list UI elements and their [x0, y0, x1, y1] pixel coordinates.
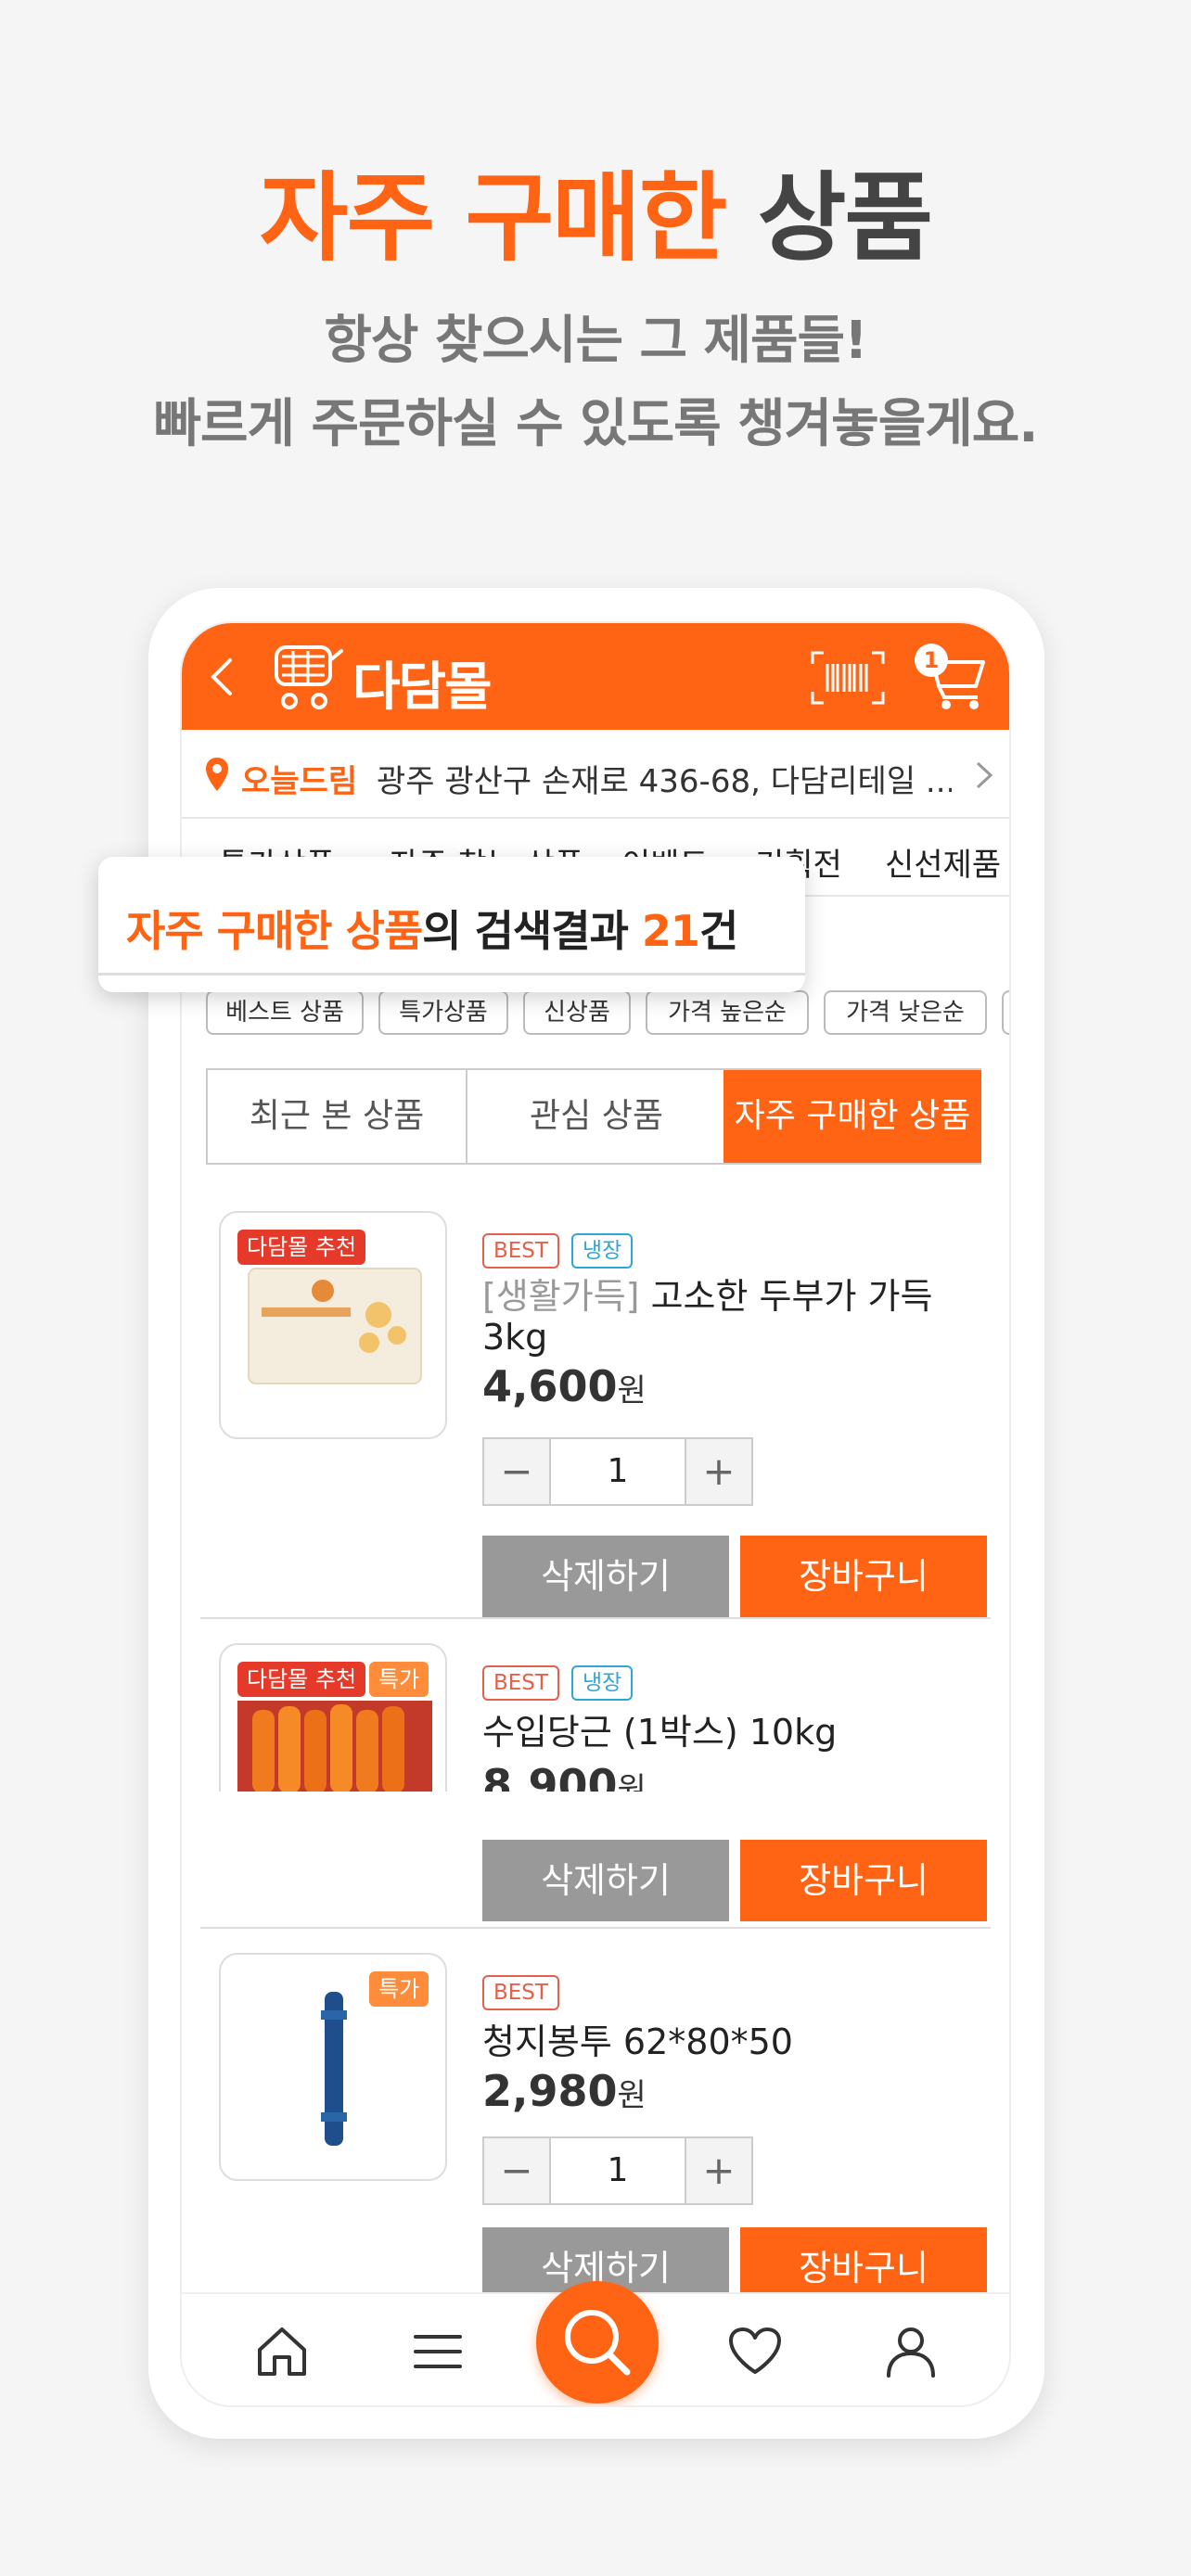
quantity-value[interactable]: 1	[551, 1439, 685, 1504]
user-icon[interactable]	[881, 2322, 941, 2381]
location-pin-icon	[206, 758, 228, 791]
hero-title-rest: 상품	[757, 161, 933, 274]
hero-title: 자주 구매한 상품	[0, 139, 1191, 279]
special-tag: 특가	[369, 1662, 429, 1697]
back-icon[interactable]	[202, 655, 243, 699]
product-title: 청지봉투 62*80*50	[482, 2021, 793, 2062]
best-badge: BEST	[482, 1665, 559, 1701]
cart-count-badge: 1	[915, 644, 948, 677]
decrease-button[interactable]: −	[484, 2138, 551, 2203]
product-thumbnail[interactable]: 다담몰 추천	[219, 1211, 447, 1439]
result-count: 21	[641, 906, 700, 956]
price-value: 2,980	[482, 2066, 618, 2116]
product-item: 다담몰 추천 BEST 냉장 [생활가득] 고소한 두부가 가득 3kg 4,6…	[182, 1211, 1009, 1617]
best-badge: BEST	[482, 1233, 559, 1269]
chip-price-high[interactable]: 가격 높은순	[646, 990, 809, 1035]
chip-more[interactable]: 가	[1002, 990, 1009, 1035]
hero-subtitle-line2: 빠르게 주문하실 수 있도록 챙겨놓을게요.	[153, 394, 1038, 454]
search-result-toast: 자주 구매한 상품의 검색결과 21건	[98, 857, 805, 992]
increase-button[interactable]: +	[685, 1439, 751, 1504]
quantity-stepper: − 1 +	[482, 1437, 753, 1506]
product-price: 4,600원	[482, 1361, 647, 1411]
tab-fresh[interactable]: 신선제품	[885, 839, 1001, 885]
home-icon[interactable]	[252, 2322, 312, 2381]
delivery-address-bar[interactable]: 오늘드림 광주 광산구 손재로 436-68, 다담리테일 ...	[182, 730, 1009, 819]
product-name[interactable]: [생활가득] 고소한 두부가 가득 3kg	[482, 1276, 965, 1358]
delivery-store-name: 오늘드림	[241, 763, 358, 800]
product-thumbnail[interactable]: 다담몰 추천 특가	[219, 1643, 447, 1792]
add-to-cart-button[interactable]: 장바구니	[740, 1840, 987, 1921]
currency-unit: 원	[617, 1372, 647, 1409]
menu-icon[interactable]	[408, 2322, 467, 2381]
barcode-scan-icon[interactable]	[809, 649, 887, 707]
product-name[interactable]: 수입당근 (1박스) 10kg	[482, 1712, 965, 1753]
price-value: 4,600	[482, 1361, 618, 1411]
search-result-text: 자주 구매한 상품의 검색결과 21건	[126, 898, 738, 959]
add-to-cart-button[interactable]: 장바구니	[740, 1536, 987, 1617]
segment-favorite[interactable]: 관심 상품	[467, 1070, 725, 1163]
product-segment-control: 최근 본 상품 관심 상품 자주 구매한 상품	[206, 1068, 981, 1165]
heart-icon[interactable]	[725, 2322, 785, 2381]
hero-title-accent: 자주 구매한	[259, 161, 728, 274]
product-title: 수입당근 (1박스) 10kg	[482, 1712, 838, 1753]
delete-button[interactable]: 삭제하기	[482, 1536, 729, 1617]
product-price: 2,980원	[482, 2066, 647, 2116]
app-logo-text[interactable]: 다담몰	[352, 645, 493, 721]
price-value: 8,900	[482, 1760, 618, 1792]
quantity-value[interactable]: 1	[551, 2138, 685, 2203]
item-divider	[200, 1617, 991, 1619]
toast-underline	[98, 973, 805, 976]
refrigerated-badge: 냉장	[571, 1233, 634, 1269]
recommend-tag: 다담몰 추천	[237, 1230, 366, 1265]
product-price: 8,900원	[482, 1760, 647, 1792]
filter-chips: 베스트 상품 특가상품 신상품 가격 높은순 가격 낮은순 가	[206, 990, 1009, 1037]
chip-price-low[interactable]: 가격 낮은순	[824, 990, 987, 1035]
quantity-stepper: − 1 +	[482, 2136, 753, 2205]
product-item: 다담몰 추천 특가 BEST 냉장 수입당근 (1박스) 10kg 8,900원…	[182, 1643, 1009, 1921]
delivery-address-text: 광주 광산구 손재로 436-68, 다담리테일 ...	[377, 763, 952, 800]
chip-special[interactable]: 특가상품	[378, 990, 508, 1035]
search-icon	[565, 2310, 631, 2376]
hero-subtitle-line1: 항상 찾으시는 그 제품들!	[324, 311, 867, 371]
toast-accent: 자주 구매한 상품	[126, 906, 423, 956]
logo-cart-icon	[275, 645, 343, 709]
item-divider	[200, 1927, 991, 1929]
best-badge: BEST	[482, 1975, 559, 2010]
delete-button[interactable]: 삭제하기	[482, 1840, 729, 1921]
special-tag: 특가	[369, 1971, 429, 2007]
toast-suffix: 건	[698, 906, 738, 956]
product-name[interactable]: 청지봉투 62*80*50	[482, 2021, 965, 2062]
decrease-button[interactable]: −	[484, 1439, 551, 1504]
chip-new[interactable]: 신상품	[523, 990, 631, 1035]
refrigerated-badge: 냉장	[571, 1665, 634, 1701]
toast-middle: 의 검색결과	[422, 906, 642, 956]
app-header: 다담몰 1	[182, 623, 1009, 730]
segment-recent[interactable]: 최근 본 상품	[208, 1070, 466, 1163]
product-item: 특가 BEST 청지봉투 62*80*50 2,980원 − 1 + 삭제하기 …	[182, 1953, 1009, 2309]
chevron-right-icon[interactable]	[974, 759, 994, 791]
currency-unit: 원	[617, 2077, 647, 2114]
chip-best[interactable]: 베스트 상품	[206, 990, 364, 1035]
product-thumbnail[interactable]: 특가	[219, 1953, 447, 2181]
product-brand: [생활가득]	[482, 1276, 640, 1317]
currency-unit: 원	[617, 1771, 647, 1792]
recommend-tag: 다담몰 추천	[237, 1662, 366, 1697]
search-button[interactable]	[536, 2281, 659, 2404]
segment-frequent[interactable]: 자주 구매한 상품	[724, 1070, 981, 1163]
increase-button[interactable]: +	[685, 2138, 751, 2203]
